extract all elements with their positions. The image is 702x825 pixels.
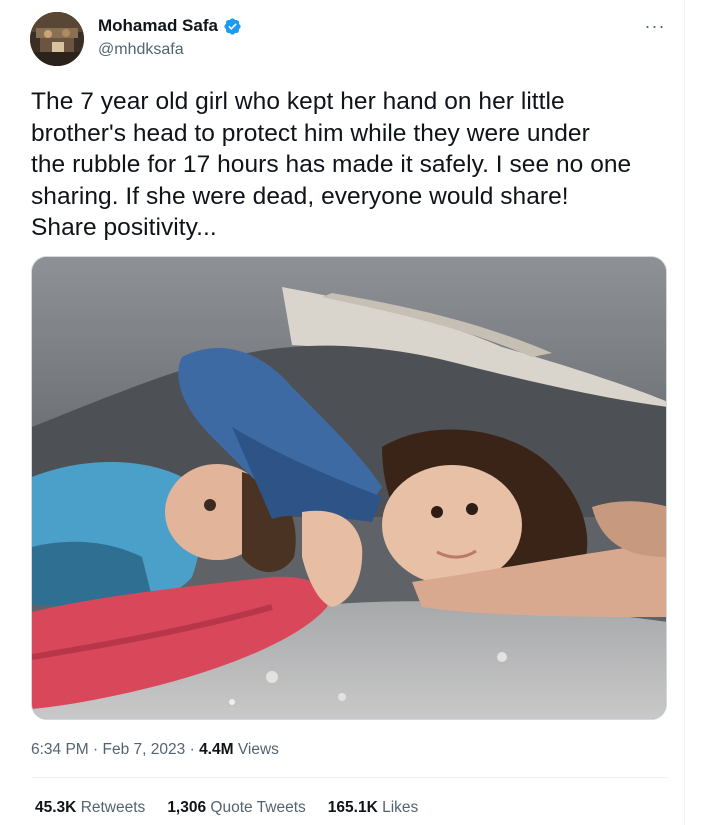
quote-tweets-label: Quote Tweets [210, 799, 306, 816]
tweet-photo[interactable] [31, 256, 667, 720]
retweets-stat[interactable]: 45.3K Retweets [35, 798, 145, 818]
retweets-label: Retweets [80, 799, 146, 816]
more-options-button[interactable]: ··· [638, 12, 672, 40]
tweet-text: The 7 year old girl who kept her hand on… [31, 88, 632, 241]
photo-children-under-rubble-icon [32, 257, 666, 719]
views-label: Views [237, 741, 279, 758]
tweet-time[interactable]: 6:34 PM [31, 741, 89, 758]
meta-separator: · [93, 741, 99, 758]
likes-stat[interactable]: 165.1K Likes [328, 798, 418, 818]
author-display-name[interactable]: Mohamad Safa [98, 16, 218, 36]
retweets-count: 45.3K [35, 799, 77, 816]
tweet-stats: 45.3K Retweets 1,306 Quote Tweets 165.1K… [35, 798, 418, 818]
divider [31, 777, 667, 778]
column-border [684, 0, 685, 825]
tweet-date[interactable]: Feb 7, 2023 [103, 741, 186, 758]
views-count: 4.4M [199, 741, 234, 758]
likes-count: 165.1K [327, 799, 378, 816]
author-handle[interactable]: @mhdksafa [98, 40, 184, 60]
tweet-card: Mohamad Safa @mhdksafa ··· The 7 year ol… [0, 0, 702, 825]
likes-label: Likes [382, 799, 419, 816]
verified-badge-icon [223, 17, 242, 36]
author-avatar[interactable] [30, 12, 84, 66]
meta-separator: · [189, 741, 195, 758]
quote-tweets-count: 1,306 [167, 799, 207, 816]
avatar-image [30, 12, 84, 66]
quote-tweets-stat[interactable]: 1,306 Quote Tweets [167, 798, 305, 818]
more-options-icon: ··· [644, 16, 666, 36]
author-name-row[interactable]: Mohamad Safa [98, 16, 242, 36]
tweet-meta: 6:34 PM · Feb 7, 2023 · 4.4M Views [31, 740, 279, 760]
